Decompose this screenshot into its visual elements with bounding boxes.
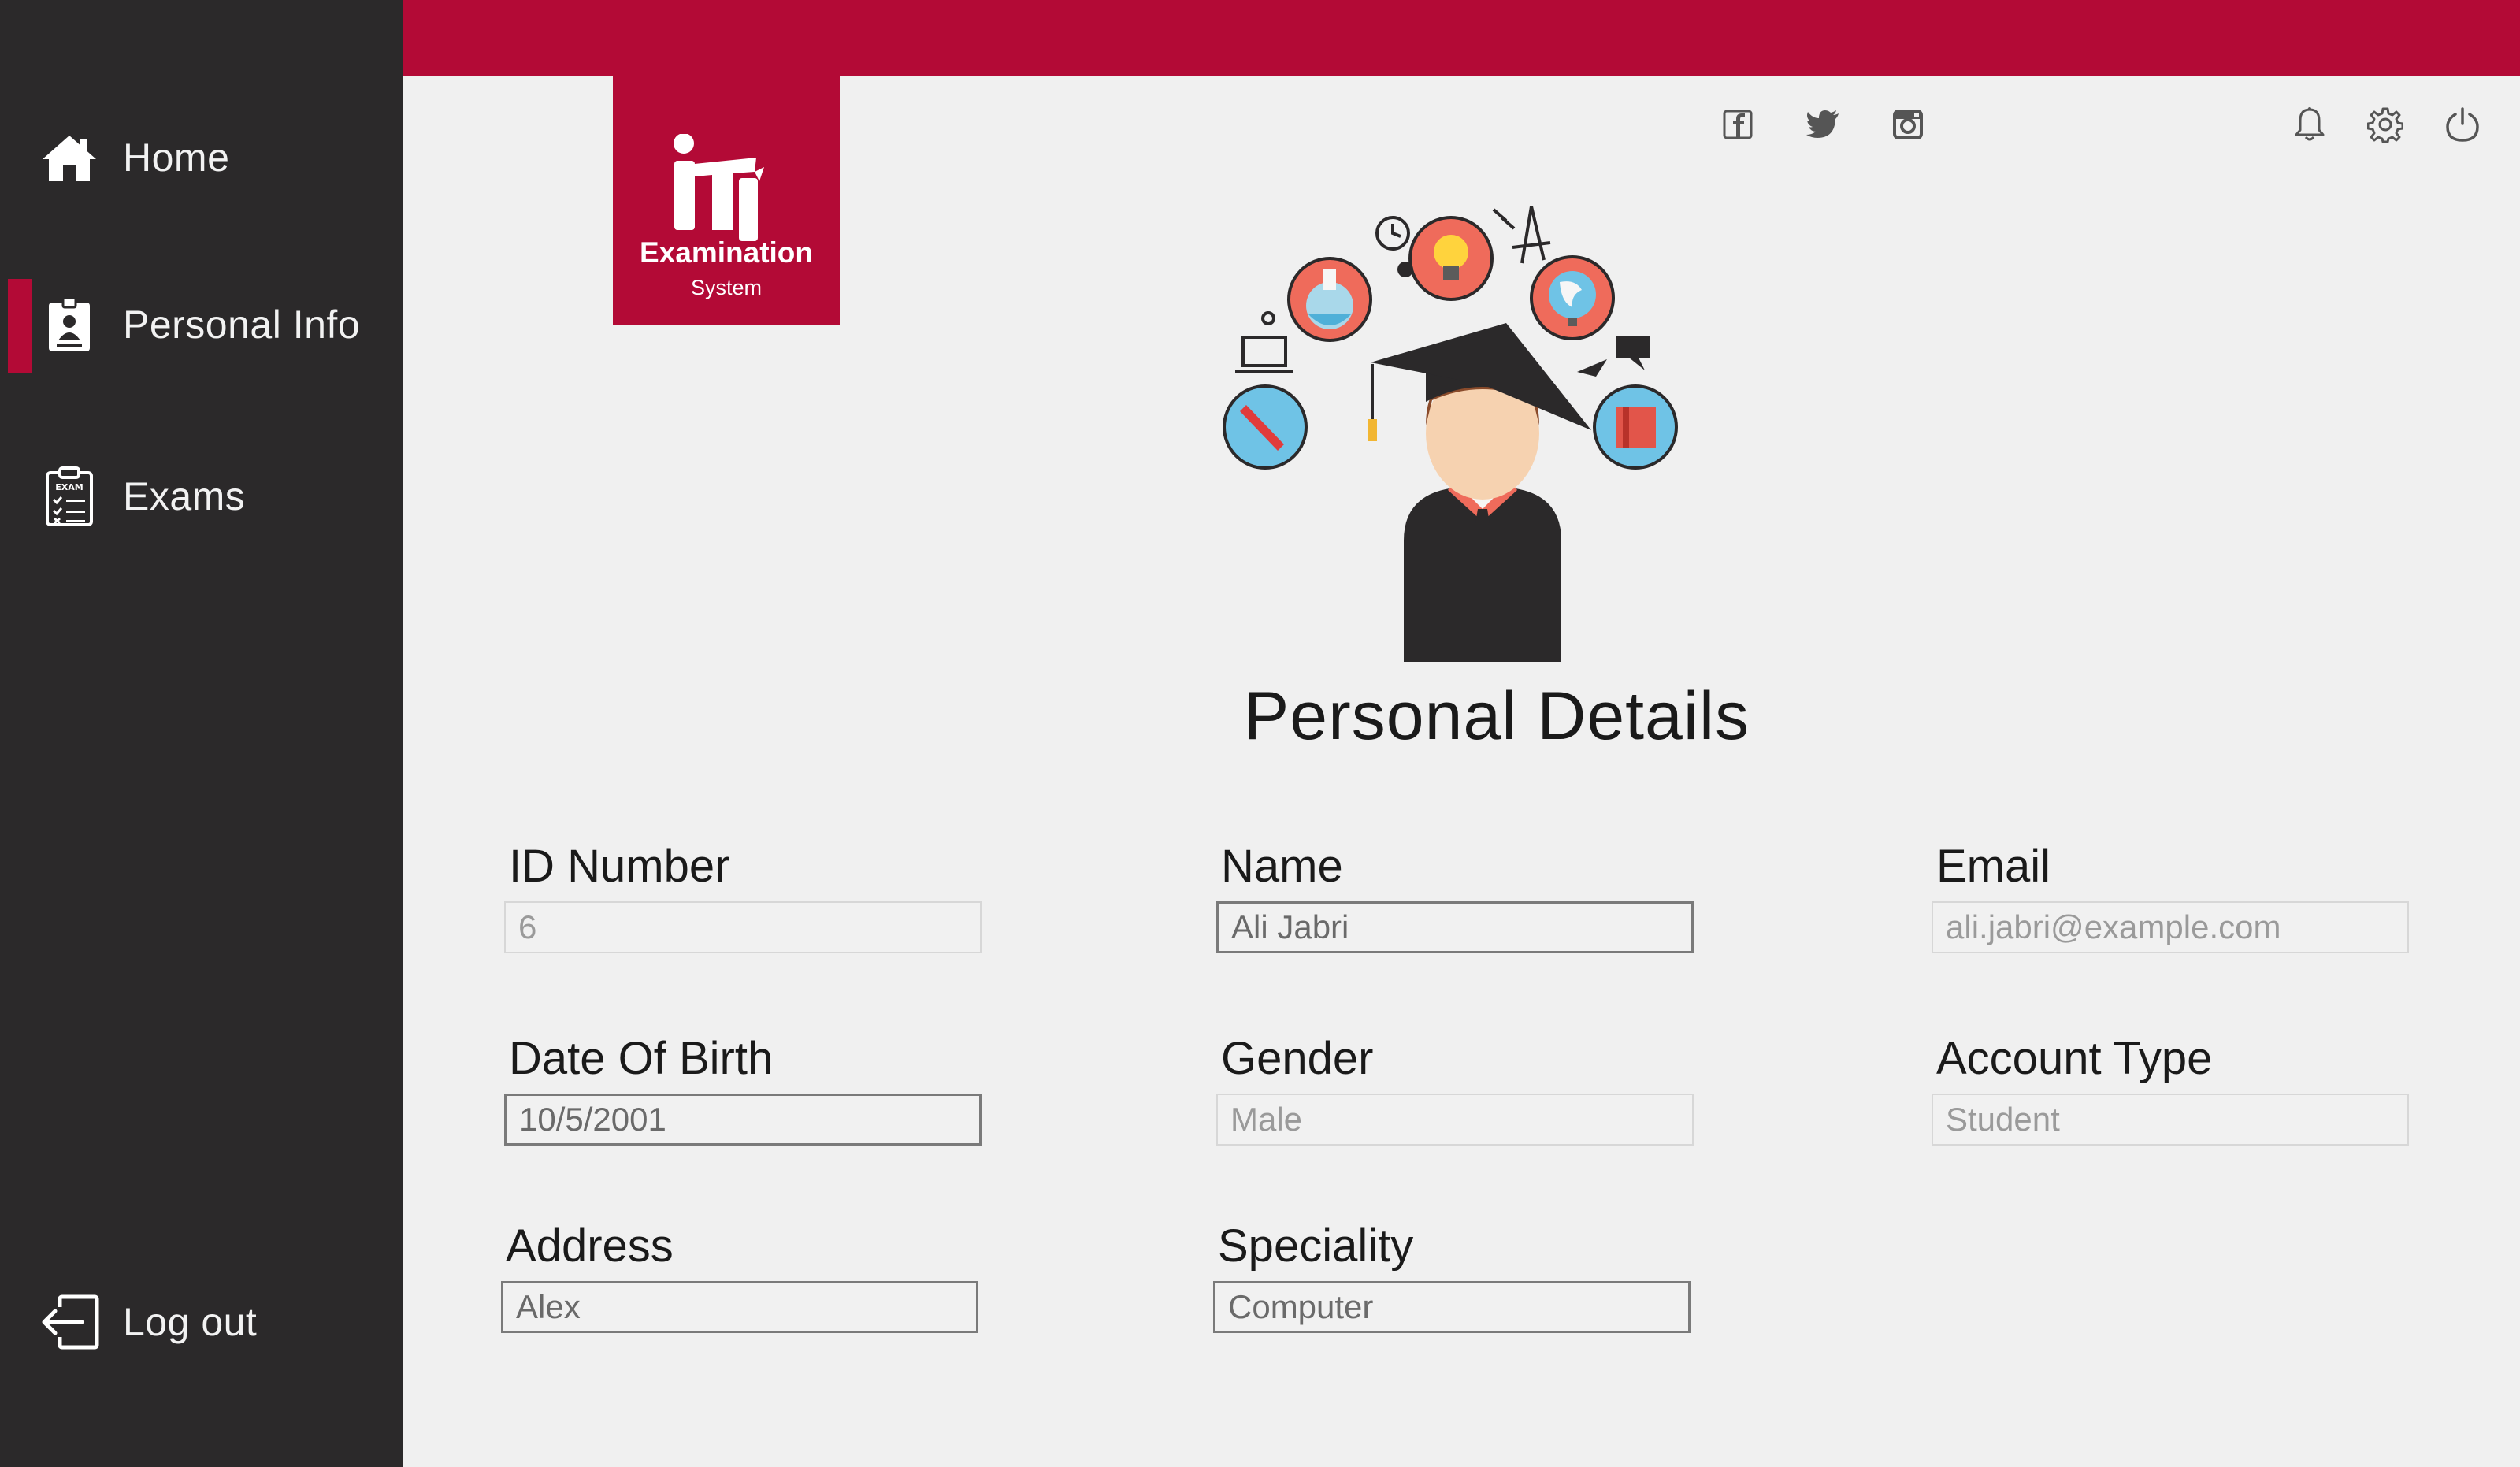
name-field: Name <box>1216 840 1694 953</box>
sidebar-item-label: Home <box>123 136 230 180</box>
name-input[interactable] <box>1216 901 1694 953</box>
flask-icon <box>1287 257 1372 342</box>
sidebar-item-personal-info[interactable]: Personal Info <box>0 277 403 372</box>
app-logo: Examination System <box>613 76 840 325</box>
field-label: Date Of Birth <box>509 1033 774 1084</box>
gender-input[interactable] <box>1216 1094 1694 1146</box>
svg-text:EXAM: EXAM <box>55 482 83 492</box>
id-number-field: ID Number <box>504 840 982 953</box>
lightbulb-icon <box>1408 216 1494 301</box>
address-input[interactable] <box>501 1281 978 1333</box>
top-bar <box>403 0 2520 76</box>
logout-icon <box>39 1292 99 1352</box>
speciality-field: Speciality <box>1213 1220 1691 1333</box>
facebook-icon[interactable] <box>1714 101 1761 148</box>
logout-button[interactable]: Log out <box>0 1275 403 1369</box>
email-input[interactable] <box>1932 901 2409 953</box>
date-of-birth-field: Date Of Birth <box>504 1032 982 1146</box>
power-icon[interactable] <box>2439 101 2486 148</box>
email-field: Email <box>1932 840 2409 953</box>
address-field: Address <box>501 1220 978 1333</box>
field-label: Email <box>1936 841 2051 892</box>
id-card-icon <box>39 295 99 355</box>
sidebar-item-label: Exams <box>123 474 246 518</box>
page-title: Personal Details <box>1243 678 1750 754</box>
field-label: ID Number <box>509 841 730 892</box>
exam-clipboard-icon: EXAM <box>39 466 99 526</box>
field-label: Address <box>506 1220 674 1272</box>
id-number-input[interactable] <box>504 901 982 953</box>
gender-field: Gender <box>1216 1032 1694 1146</box>
logo-subtitle: System <box>690 276 763 299</box>
sidebar-item-home[interactable]: Home <box>0 110 403 205</box>
field-label: Account Type <box>1936 1033 2213 1084</box>
pencil-icon <box>1223 384 1308 470</box>
book-icon <box>1593 384 1678 470</box>
sidebar-item-label: Personal Info <box>123 303 361 347</box>
logout-label: Log out <box>123 1300 258 1344</box>
graduate-illustration <box>1223 206 1678 662</box>
logo-title: Examination <box>640 236 813 269</box>
field-label: Gender <box>1221 1033 1374 1084</box>
instagram-icon[interactable] <box>1884 101 1932 148</box>
twitter-icon[interactable] <box>1799 101 1846 148</box>
sidebar-item-exams[interactable]: EXAM Exams <box>0 449 403 544</box>
globe-icon <box>1530 255 1615 340</box>
field-label: Speciality <box>1218 1220 1414 1272</box>
home-icon <box>39 128 99 188</box>
gear-icon[interactable] <box>2362 101 2409 148</box>
date-of-birth-input[interactable] <box>504 1094 982 1146</box>
field-label: Name <box>1221 841 1343 892</box>
speciality-input[interactable] <box>1213 1281 1691 1333</box>
bell-icon[interactable] <box>2286 101 2333 148</box>
account-type-input[interactable] <box>1932 1094 2409 1146</box>
account-type-field: Account Type <box>1932 1032 2409 1146</box>
sidebar: Home Personal Info EXAM Exams Log out <box>0 0 403 1467</box>
